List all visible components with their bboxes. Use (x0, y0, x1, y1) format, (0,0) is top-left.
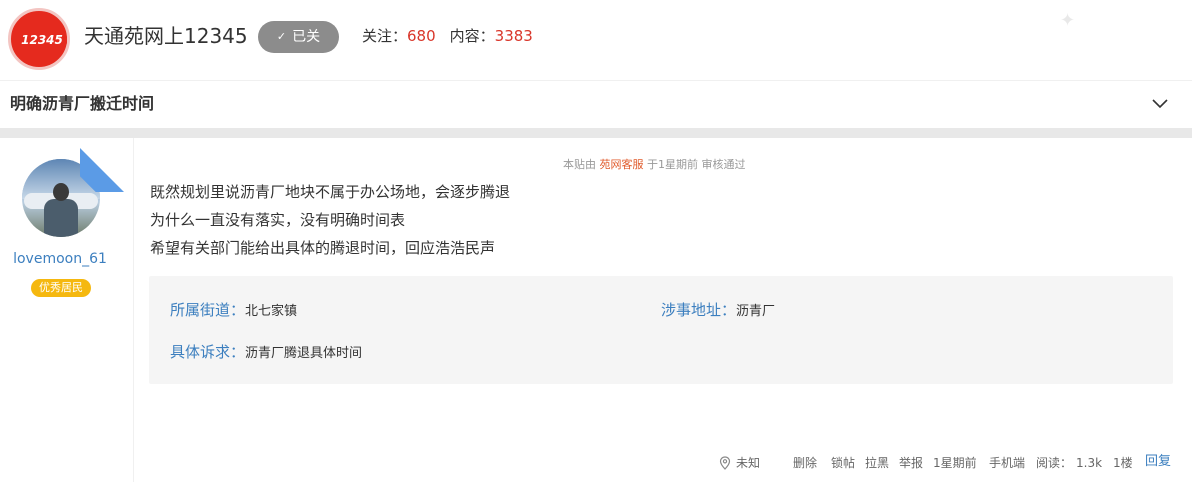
reply-button[interactable]: 回复 (1145, 453, 1171, 471)
author-badge: 优秀居民 (31, 279, 91, 297)
follow-count: 680 (407, 27, 436, 45)
forum-header: 12345 天通苑网上12345 ✓ 已关 关注：680 内容：3383 ✦ (0, 0, 1192, 80)
address-field: 涉事地址：沥青厂 (661, 300, 775, 322)
content-count: 3383 (494, 27, 533, 45)
follow-button[interactable]: ✓ 已关 (258, 21, 339, 53)
decorative-sparkle-icon: ✦ (1060, 10, 1076, 31)
post-meta: 本贴由 苑网客服 于1星期前 审核通过 (563, 157, 746, 173)
meta-source[interactable]: 苑网客服 (600, 158, 644, 171)
content-line: 为什么一直没有落实，没有明确时间表 (150, 211, 406, 229)
appeal-value: 沥青厂腾退具体时间 (245, 346, 363, 361)
meta-suffix: 于1星期前 审核通过 (643, 158, 746, 171)
follow-button-label: 已关 (292, 29, 321, 45)
post-content: 既然规划里说沥青厂地块不属于办公场地，会逐步腾退 为什么一直没有落实，没有明确时… (150, 178, 510, 262)
follow-count-label: 关注： (362, 27, 408, 45)
address-value: 沥青厂 (736, 304, 776, 319)
street-value: 北七家镇 (245, 304, 298, 319)
content-line: 希望有关部门能给出具体的腾退时间，回应浩浩民声 (150, 239, 496, 257)
views-label: 阅读： (1036, 456, 1073, 470)
location-pin-icon (719, 456, 731, 470)
address-label: 涉事地址： (661, 301, 737, 319)
appeal-field: 具体诉求：沥青厂腾退具体时间 (170, 342, 362, 364)
blacklist-link[interactable]: 拉黑 (865, 454, 889, 472)
views-count: 1.3k (1076, 456, 1103, 470)
lock-link[interactable]: 锁帖 (831, 454, 855, 472)
post: 楼主 lovemoon_61 优秀居民 本贴由 苑网客服 于1星期前 审核通过 … (0, 138, 1192, 482)
author-username[interactable]: lovemoon_61 (0, 249, 120, 269)
content-count-label: 内容： (449, 27, 495, 45)
forum-stats: 关注：680 内容：3383 (362, 26, 533, 46)
chevron-down-icon[interactable] (1150, 93, 1170, 113)
check-icon: ✓ (276, 30, 287, 43)
logo-text: 12345 (17, 32, 67, 48)
post-location: 未知 (736, 456, 761, 470)
floor-number: 1楼 (1113, 456, 1133, 470)
views: 阅读： 1.3k (1036, 454, 1102, 472)
meta-prefix: 本贴由 (563, 158, 600, 171)
author-column: 楼主 lovemoon_61 优秀居民 (0, 138, 134, 482)
report-link[interactable]: 举报 (899, 454, 923, 472)
section-divider (0, 128, 1192, 138)
op-tag: 楼主 (100, 139, 128, 167)
post-device: 手机端 (989, 456, 1026, 470)
forum-name[interactable]: 天通苑网上12345 (84, 22, 248, 50)
op-ribbon: 楼主 (80, 138, 134, 192)
info-box: 所属街道：北七家镇 涉事地址：沥青厂 具体诉求：沥青厂腾退具体时间 (149, 276, 1173, 384)
street-field: 所属街道：北七家镇 (170, 300, 297, 322)
appeal-label: 具体诉求： (170, 343, 246, 361)
forum-logo[interactable]: 12345 (8, 8, 70, 70)
delete-link[interactable]: 删除 (793, 454, 817, 472)
post-title-bar: 明确沥青厂搬迁时间 (0, 80, 1192, 128)
street-label: 所属街道： (170, 301, 246, 319)
post-title: 明确沥青厂搬迁时间 (10, 94, 155, 113)
content-line: 既然规划里说沥青厂地块不属于办公场地，会逐步腾退 (150, 183, 511, 201)
post-time: 1星期前 (933, 456, 977, 470)
